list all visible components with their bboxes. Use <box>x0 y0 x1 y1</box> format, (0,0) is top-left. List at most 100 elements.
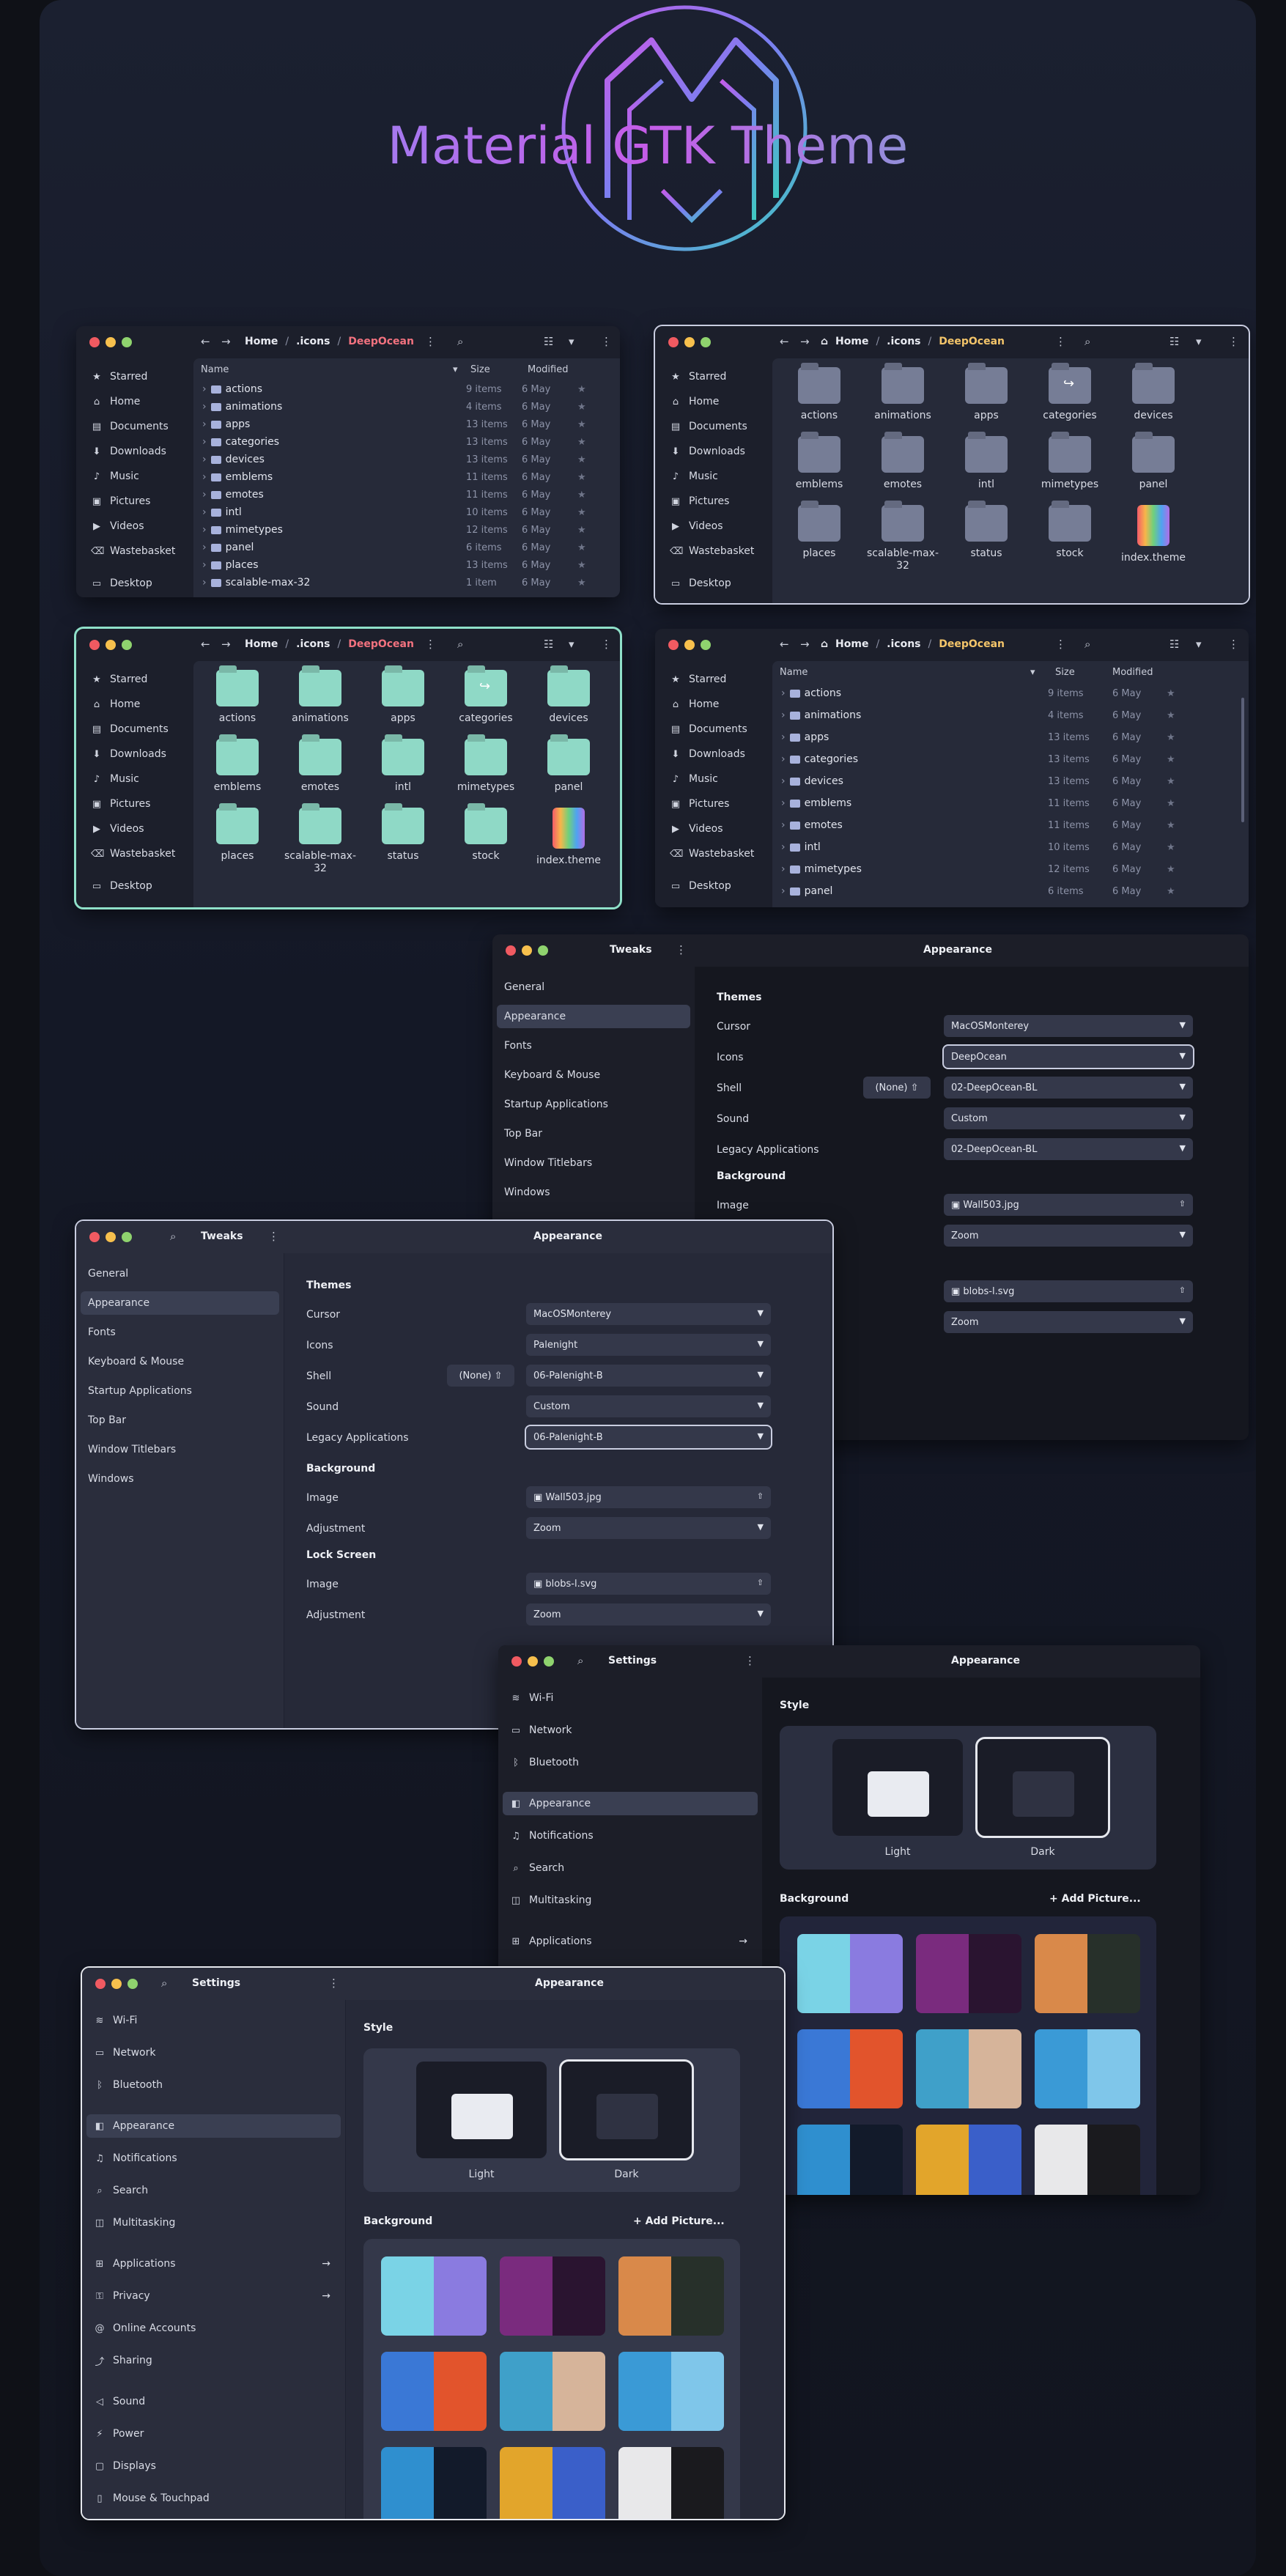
back-icon[interactable]: ← <box>780 335 789 348</box>
menu-icon[interactable]: ⋮ <box>1055 638 1066 651</box>
sidebar-item[interactable]: ★ Starred <box>76 667 193 692</box>
minimize-button[interactable] <box>106 337 116 347</box>
star-icon[interactable]: ★ <box>1167 820 1175 831</box>
tweaks-nav-item[interactable]: Startup Applications <box>497 1093 690 1116</box>
settings-nav-item[interactable]: ⌕ Search <box>86 2179 341 2202</box>
lock-image-chooser[interactable]: ▣ blobs-l.svg ⇧ <box>944 1280 1193 1302</box>
sidebar-item[interactable]: ▣ Pictures <box>76 489 193 514</box>
grid-item[interactable]: apps <box>366 670 440 725</box>
wallpaper-thumbnail[interactable] <box>500 2447 605 2519</box>
search-icon[interactable]: ⌕ <box>1084 335 1090 348</box>
star-icon[interactable]: ★ <box>577 525 586 536</box>
style-dark-option[interactable] <box>559 2059 694 2160</box>
wallpaper-thumbnail[interactable] <box>797 2029 903 2108</box>
star-icon[interactable]: ★ <box>1167 732 1175 743</box>
sidebar-item[interactable]: ⬇ Downloads <box>76 439 193 464</box>
menu-icon[interactable]: ⋮ <box>744 1654 755 1667</box>
icons-combo[interactable]: Palenight ▼ <box>526 1334 771 1356</box>
wallpaper-thumbnail[interactable] <box>916 1934 1021 2013</box>
table-row[interactable]: › actions 9 items 6 May ★ <box>193 380 620 398</box>
add-picture-button[interactable]: + Add Picture... <box>1049 1893 1141 1905</box>
table-row[interactable]: › intl 10 items 6 May ★ <box>193 503 620 521</box>
settings-nav-item[interactable]: ◧ Appearance <box>503 1792 758 1815</box>
chevron-right-icon[interactable]: › <box>781 819 786 831</box>
tweaks-nav-item[interactable]: General <box>81 1262 279 1285</box>
menu-icon[interactable]: ⋮ <box>268 1230 279 1243</box>
chevron-right-icon[interactable]: › <box>781 885 786 897</box>
table-row[interactable]: › intl 10 items 6 May ★ <box>772 838 1249 856</box>
wallpaper-thumbnail[interactable] <box>797 2125 903 2195</box>
grid-item[interactable]: emblems <box>783 436 856 491</box>
maximize-button[interactable] <box>122 337 132 347</box>
settings-nav-item[interactable]: @ Online Accounts <box>86 2317 341 2340</box>
tweaks-nav-item[interactable]: Appearance <box>497 1005 690 1028</box>
close-button[interactable] <box>506 945 516 956</box>
star-icon[interactable]: ★ <box>1167 886 1175 897</box>
settings-nav-item[interactable]: ⚡ Power <box>86 2422 341 2446</box>
sidebar-item[interactable]: ★ Starred <box>655 364 772 389</box>
chevron-right-icon[interactable]: › <box>202 559 207 571</box>
sidebar-item[interactable]: ⌂ Home <box>655 692 772 717</box>
grid-item[interactable]: actions <box>783 367 856 422</box>
forward-icon[interactable]: → <box>800 638 810 651</box>
settings-nav-item[interactable]: ◫ Multitasking <box>86 2211 341 2234</box>
grid-item[interactable]: status <box>950 505 1023 560</box>
icons-combo[interactable]: DeepOcean ▼ <box>942 1044 1194 1069</box>
sidebar-item[interactable]: ▤ Documents <box>76 414 193 439</box>
grid-item[interactable]: status <box>366 808 440 863</box>
background-adjust-combo[interactable]: Zoom ▼ <box>944 1225 1193 1247</box>
grid-item[interactable]: apps <box>950 367 1023 422</box>
tweaks-nav-item[interactable]: Windows <box>497 1181 690 1204</box>
sidebar-item[interactable]: ⬇ Downloads <box>655 742 772 767</box>
minimize-button[interactable] <box>684 337 695 347</box>
menu-icon[interactable]: ⋮ <box>328 1977 339 1990</box>
star-icon[interactable]: ★ <box>1167 798 1175 809</box>
settings-nav-item[interactable]: ⚿ Privacy → <box>86 2284 341 2308</box>
lock-adjust-combo[interactable]: Zoom ▼ <box>944 1311 1193 1333</box>
table-row[interactable]: › scalable-max-32 1 item 6 May ★ <box>193 574 620 591</box>
grid-item[interactable]: mimetypes <box>449 739 522 794</box>
sidebar-item[interactable]: ⌫ Wastebasket <box>655 841 772 866</box>
star-icon[interactable]: ★ <box>577 402 586 413</box>
settings-nav-item[interactable]: ≋ Wi-Fi <box>86 2009 341 2032</box>
style-light-option[interactable] <box>416 2062 547 2158</box>
maximize-button[interactable] <box>122 640 132 650</box>
sidebar-item[interactable]: ▭ Desktop <box>655 571 772 596</box>
star-icon[interactable]: ★ <box>1167 754 1175 765</box>
shell-combo[interactable]: 02-DeepOcean-BL ▼ <box>944 1077 1193 1099</box>
settings-nav-item[interactable]: ᛒ Bluetooth <box>86 2073 341 2097</box>
chevron-right-icon[interactable]: › <box>202 401 207 413</box>
minimize-button[interactable] <box>106 1232 116 1242</box>
sidebar-item[interactable]: ▣ Pictures <box>655 791 772 816</box>
tweaks-nav-item[interactable]: Windows <box>81 1467 279 1491</box>
close-button[interactable] <box>668 640 679 650</box>
column-size[interactable]: Size <box>1055 667 1075 678</box>
sidebar-item[interactable]: ♪ Music <box>655 767 772 791</box>
main-menu-icon[interactable]: ⋮ <box>1228 335 1239 348</box>
wallpaper-thumbnail[interactable] <box>618 2447 724 2519</box>
maximize-button[interactable] <box>701 337 711 347</box>
sort-icon[interactable]: ▾ <box>453 364 458 375</box>
breadcrumb-icons[interactable]: .icons <box>887 336 920 347</box>
table-row[interactable]: › categories 13 items 6 May ★ <box>193 433 620 451</box>
grid-item[interactable]: intl <box>366 739 440 794</box>
chevron-right-icon[interactable]: › <box>781 863 786 875</box>
star-icon[interactable]: ★ <box>577 560 586 571</box>
chevron-right-icon[interactable]: › <box>781 731 786 743</box>
grid-item[interactable]: places <box>783 505 856 560</box>
sidebar-item[interactable]: ▣ Pictures <box>76 791 193 816</box>
sidebar-item[interactable]: ▤ Documents <box>76 717 193 742</box>
sound-combo[interactable]: Custom ▼ <box>944 1107 1193 1129</box>
star-icon[interactable]: ★ <box>577 542 586 553</box>
table-row[interactable]: › emotes 11 items 6 May ★ <box>193 486 620 503</box>
settings-nav-item[interactable]: ♫ Notifications <box>86 2147 341 2170</box>
chevron-right-icon[interactable]: › <box>781 797 786 809</box>
sidebar-item[interactable]: ▶ Videos <box>76 816 193 841</box>
maximize-button[interactable] <box>538 945 548 956</box>
grid-item[interactable]: devices <box>1117 367 1190 422</box>
settings-nav-item[interactable]: ◧ Appearance <box>86 2114 341 2138</box>
wallpaper-thumbnail[interactable] <box>381 2447 487 2519</box>
chevron-right-icon[interactable]: › <box>202 383 207 395</box>
view-toggle-icon[interactable]: ☷ <box>1169 335 1179 348</box>
tweaks-nav-item[interactable]: Window Titlebars <box>81 1438 279 1461</box>
